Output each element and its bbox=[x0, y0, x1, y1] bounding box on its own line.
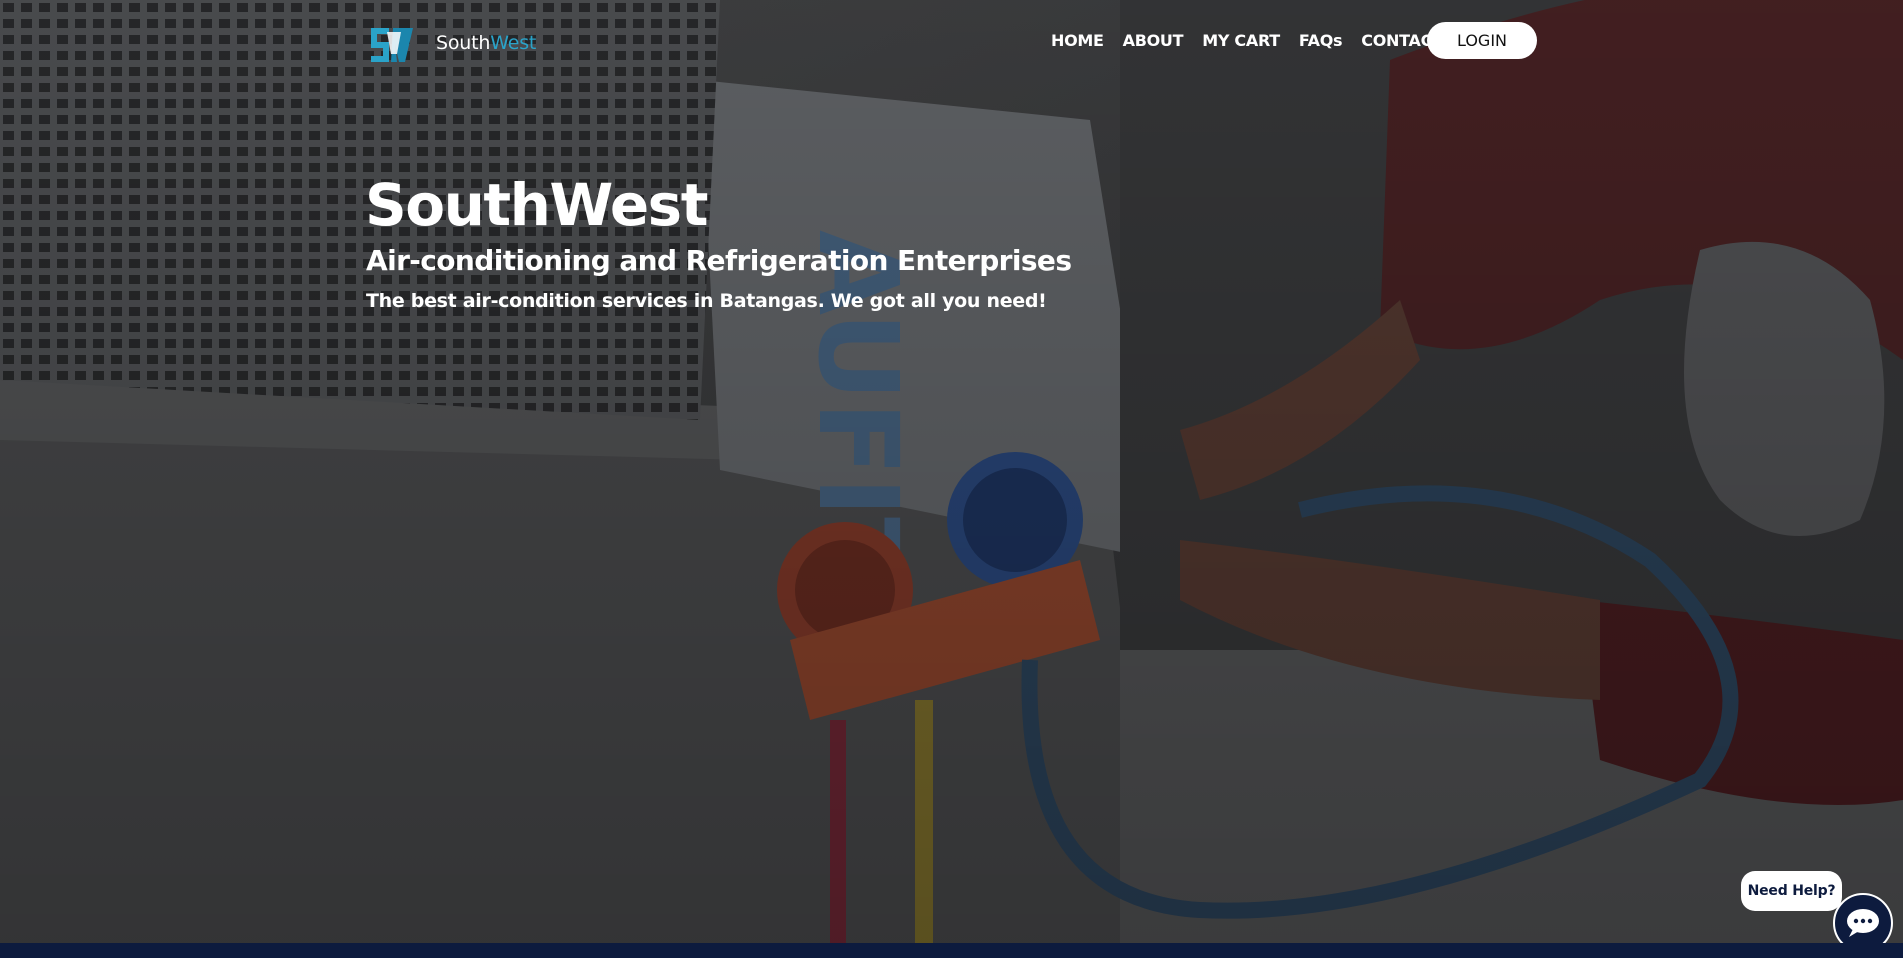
brand-name-part1: South bbox=[436, 32, 491, 54]
hero-section: AUFIT SouthWest HOME ABOUT MY CART FAQs … bbox=[0, 0, 1903, 943]
hero-tagline: The best air-condition services in Batan… bbox=[366, 290, 1047, 312]
bottom-strip bbox=[0, 943, 1903, 958]
chat-button[interactable] bbox=[1833, 893, 1893, 943]
southwest-logo-icon[interactable] bbox=[367, 24, 417, 66]
nav-home[interactable]: HOME bbox=[1051, 31, 1104, 51]
nav-about[interactable]: ABOUT bbox=[1123, 31, 1184, 51]
nav-my-cart[interactable]: MY CART bbox=[1202, 31, 1280, 51]
need-help-bubble[interactable]: Need Help? bbox=[1741, 871, 1842, 911]
nav-faqs[interactable]: FAQs bbox=[1299, 31, 1343, 51]
main-nav: HOME ABOUT MY CART FAQs CONTACT bbox=[1051, 31, 1462, 51]
hero-subtitle: Air-conditioning and Refrigeration Enter… bbox=[366, 244, 1072, 277]
brand-name-part2: West bbox=[490, 32, 537, 54]
brand-name[interactable]: SouthWest bbox=[436, 32, 536, 54]
hero-background-photo: AUFIT bbox=[0, 0, 1903, 943]
hero-title: SouthWest bbox=[365, 171, 708, 239]
login-button[interactable]: LOGIN bbox=[1427, 22, 1537, 59]
chat-bubble-icon bbox=[1847, 909, 1879, 937]
